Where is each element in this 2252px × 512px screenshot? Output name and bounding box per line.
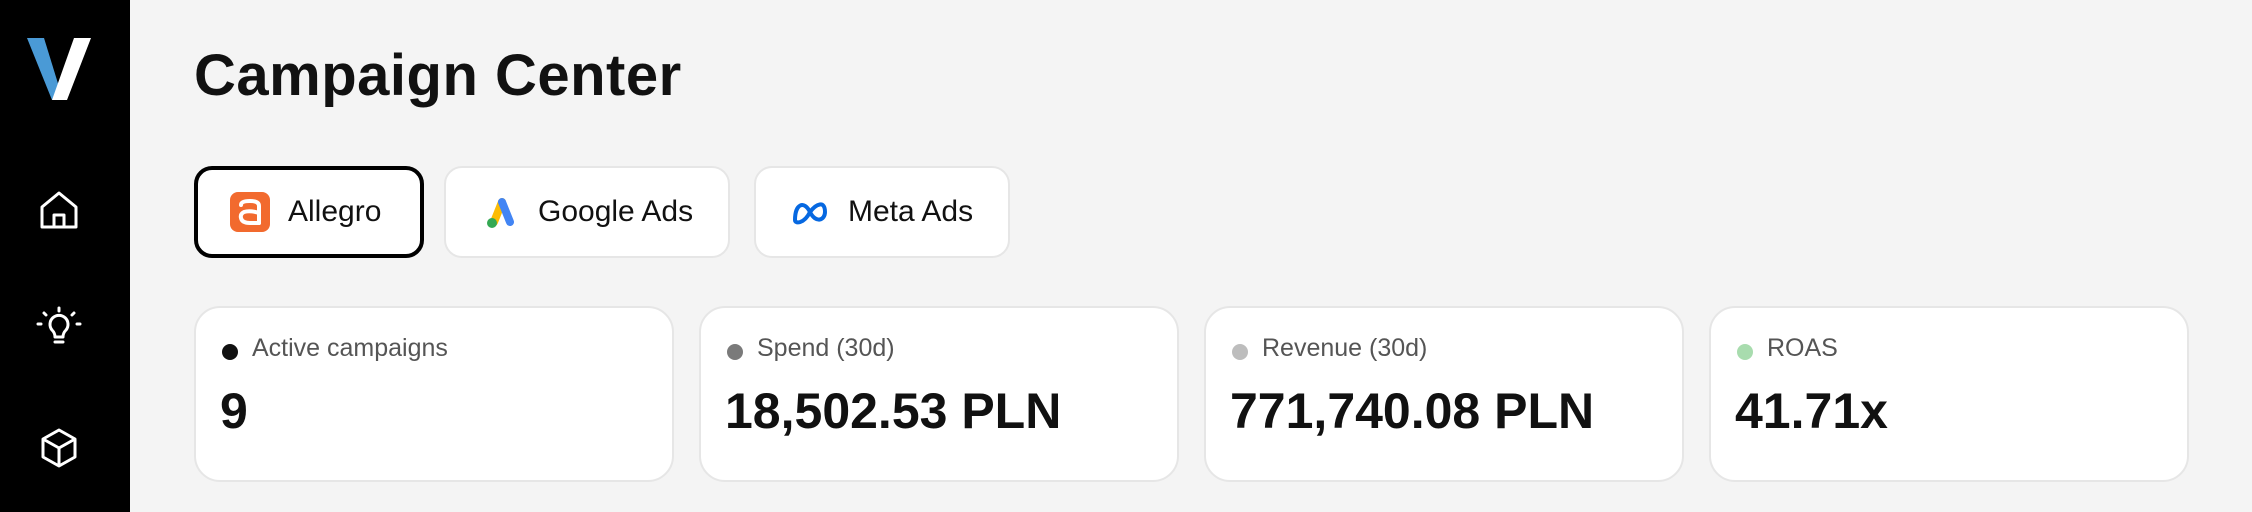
kpi-label: Active campaigns [252, 334, 448, 362]
status-dot [222, 344, 238, 360]
page-title: Campaign Center [194, 43, 682, 108]
main-content: Campaign Center Allegro Google Ads Meta … [130, 0, 2252, 512]
kpi-value: 771,740.08 PLN [1230, 383, 1595, 439]
status-dot [1737, 344, 1753, 360]
cube-icon[interactable] [35, 424, 83, 472]
status-dot [1232, 344, 1248, 360]
kpi-card-active-campaigns: Active campaigns 9 [194, 306, 674, 482]
kpi-label: Spend (30d) [757, 334, 895, 362]
tab-google-ads[interactable]: Google Ads [444, 166, 730, 258]
kpi-card-spend: Spend (30d) 18,502.53 PLN [699, 306, 1179, 482]
kpi-value: 18,502.53 PLN [725, 383, 1062, 439]
tab-meta-ads[interactable]: Meta Ads [754, 166, 1010, 258]
lightbulb-icon[interactable] [35, 304, 83, 352]
kpi-card-roas: ROAS 41.71x [1709, 306, 2189, 482]
home-icon[interactable] [35, 186, 83, 234]
kpi-card-revenue: Revenue (30d) 771,740.08 PLN [1204, 306, 1684, 482]
v-logo-icon[interactable] [27, 38, 91, 100]
kpi-value: 41.71x [1735, 383, 1888, 439]
meta-icon [793, 202, 827, 225]
kpi-label: Revenue (30d) [1262, 334, 1428, 362]
tab-meta-ads-label: Meta Ads [848, 195, 974, 228]
tab-allegro-label: Allegro [288, 195, 382, 228]
kpi-label: ROAS [1767, 334, 1838, 362]
sidebar [0, 0, 130, 512]
tab-google-ads-label: Google Ads [538, 195, 694, 228]
kpi-value: 9 [220, 383, 248, 439]
status-dot [727, 344, 743, 360]
allegro-icon [230, 192, 270, 232]
google-ads-icon [487, 198, 514, 228]
tab-allegro[interactable]: Allegro [194, 166, 424, 258]
